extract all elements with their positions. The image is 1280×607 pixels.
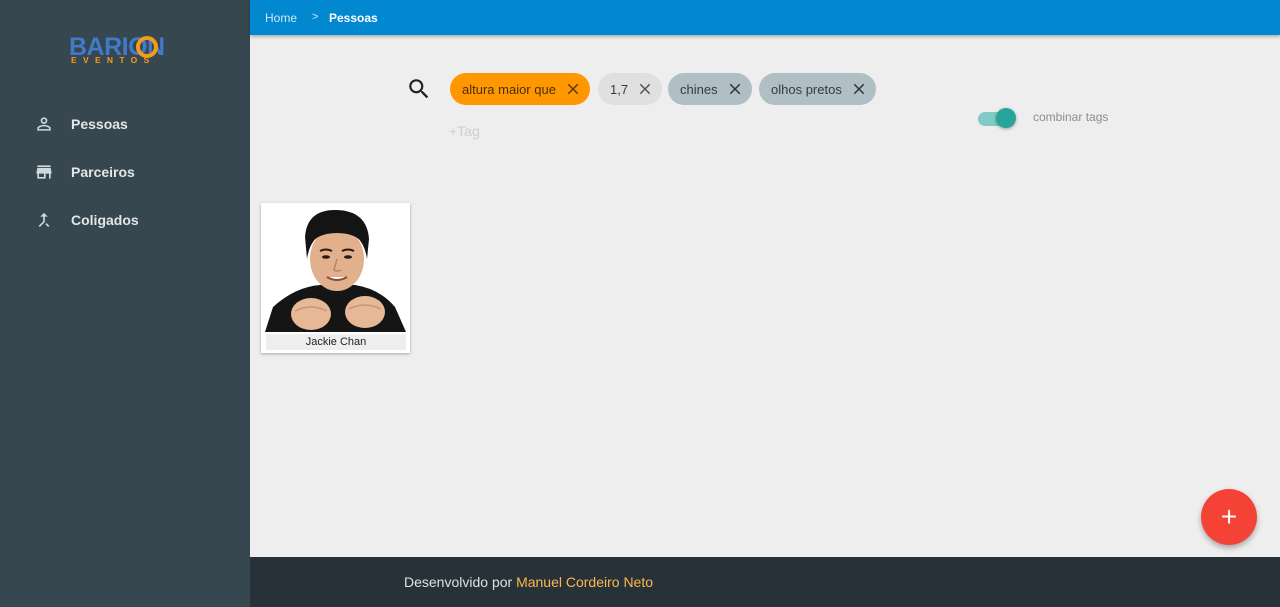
person-icon: [37, 117, 51, 131]
sidebar: BARION EVENTOS Pessoas Parceiros Coligad…: [0, 0, 250, 607]
logo-ring-icon: [136, 36, 158, 58]
sidebar-item-parceiros[interactable]: Parceiros: [0, 148, 250, 196]
chip-label: altura maior que: [462, 81, 556, 97]
plus-icon: +: [1220, 501, 1238, 532]
footer-prefix: Desenvolvido por: [404, 574, 513, 590]
sidebar-item-label: Parceiros: [71, 164, 135, 180]
add-person-button[interactable]: +: [1201, 489, 1257, 545]
person-photo: [265, 207, 406, 332]
barion-logo[interactable]: BARION EVENTOS: [69, 34, 181, 66]
top-bar: Home > Pessoas: [250, 0, 1280, 35]
footer: Desenvolvido por Manuel Cordeiro Neto: [250, 557, 1280, 607]
sidebar-item-coligados[interactable]: Coligados: [0, 196, 250, 244]
chip-label: chines: [680, 81, 718, 97]
person-card[interactable]: Jackie Chan: [261, 203, 410, 353]
breadcrumb-separator: >: [312, 11, 319, 23]
sidebar-item-pessoas[interactable]: Pessoas: [0, 100, 250, 148]
close-icon[interactable]: [726, 80, 744, 98]
close-icon[interactable]: [564, 80, 582, 98]
close-icon[interactable]: [636, 80, 654, 98]
sidebar-item-label: Pessoas: [71, 116, 128, 132]
chip-label: olhos pretos: [771, 81, 842, 97]
combinar-tags-toggle[interactable]: [978, 108, 1016, 128]
chip-label: 1,7: [610, 81, 629, 97]
close-icon[interactable]: [850, 80, 868, 98]
search-chip[interactable]: altura maior que: [450, 73, 590, 105]
search-chip[interactable]: olhos pretos: [759, 73, 876, 105]
sidebar-item-label: Coligados: [71, 212, 139, 228]
search-icon[interactable]: [406, 76, 432, 102]
footer-text: Desenvolvido por Manuel Cordeiro Neto: [404, 574, 653, 590]
person-name: Jackie Chan: [266, 334, 406, 350]
tag-input[interactable]: [449, 123, 649, 139]
person-photo-illustration: [265, 207, 406, 332]
search-chip[interactable]: 1,7: [598, 73, 663, 105]
store-icon: [36, 165, 52, 179]
breadcrumb-home-link[interactable]: Home: [265, 11, 297, 25]
search-chip[interactable]: chines: [668, 73, 752, 105]
toggle-thumb: [996, 108, 1016, 128]
toggle-label: combinar tags: [1033, 110, 1109, 124]
merge-icon: [38, 212, 50, 228]
footer-author-link[interactable]: Manuel Cordeiro Neto: [516, 574, 653, 590]
breadcrumb-current: Pessoas: [329, 11, 378, 25]
